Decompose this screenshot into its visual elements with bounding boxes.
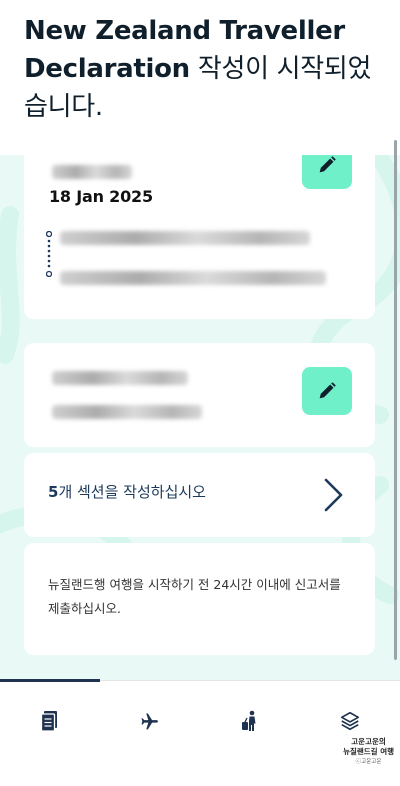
page-title-ko: 작성이 시작되었 [189, 54, 372, 84]
watermark-line-3: ⓒ고운고운 [355, 759, 382, 765]
nav-resources[interactable] [300, 705, 400, 737]
pencil-icon [319, 382, 336, 399]
redacted-passport-info [52, 405, 202, 419]
scrollbar[interactable] [394, 140, 397, 660]
submission-notice: 뉴질랜드행 여행을 시작하기 전 24시간 이내에 신고서를 제출하십시오. [48, 577, 341, 616]
watermark: 고운고운의 뉴질랜드길 여행 ⓒ고운고운 [343, 737, 394, 767]
declaration-icon [40, 711, 57, 732]
traveller-details-card [24, 343, 375, 447]
sections-link-card[interactable]: 5개 섹션을 작성하십시오 [24, 453, 375, 537]
route-dots-icon [46, 231, 52, 277]
sections-count: 5 [48, 483, 59, 501]
nav-traveller[interactable] [200, 705, 300, 737]
nav-flights[interactable] [100, 705, 200, 737]
edit-trip-button[interactable] [302, 155, 352, 189]
pencil-icon [319, 156, 336, 173]
content-scroll-area[interactable]: 18 Jan 2025 5개 섹션을 작성하십시오 뉴질랜드행 여행을 시작하기… [0, 155, 400, 680]
page-title: New Zealand Traveller Declaration 작성이 시작… [24, 12, 376, 126]
redacted-traveller-info [52, 371, 188, 385]
nav-declaration[interactable] [0, 705, 100, 737]
trip-details-card: 18 Jan 2025 [24, 155, 375, 319]
active-tab-indicator [0, 679, 100, 682]
traveller-luggage-icon [242, 710, 256, 731]
bottom-navigation: 고운고운의 뉴질랜드길 여행 ⓒ고운고운 [0, 679, 400, 786]
page-title-ko-2: 습니다. [24, 92, 103, 122]
chevron-right-icon [324, 478, 343, 512]
sections-label: 개 섹션을 작성하십시오 [58, 483, 206, 501]
trip-date: 18 Jan 2025 [49, 187, 153, 206]
redacted-arrival [60, 271, 326, 285]
notice-card: 뉴질랜드행 여행을 시작하기 전 24시간 이내에 신고서를 제출하십시오. [24, 543, 375, 655]
redacted-traveller-name [52, 165, 132, 179]
page-header: New Zealand Traveller Declaration 작성이 시작… [0, 0, 400, 155]
plane-icon [141, 713, 158, 730]
sections-link-text[interactable]: 5개 섹션을 작성하십시오 [48, 481, 206, 502]
watermark-line-2: 뉴질랜드길 여행 [343, 747, 394, 756]
watermark-line-1: 고운고운의 [351, 737, 386, 746]
layers-icon [340, 711, 360, 731]
redacted-departure [60, 231, 310, 245]
edit-traveller-button[interactable] [302, 367, 352, 415]
